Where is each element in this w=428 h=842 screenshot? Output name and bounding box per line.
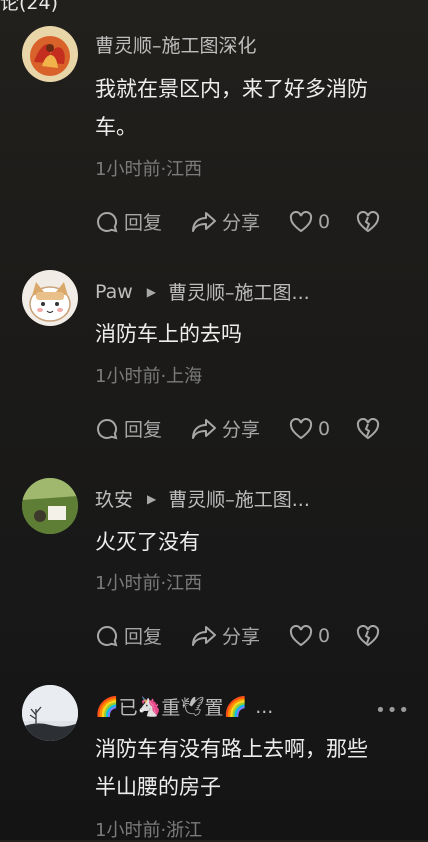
share-button[interactable]: 分享 bbox=[191, 415, 289, 442]
author-char: 已 bbox=[118, 697, 138, 719]
reply-button[interactable]: 回复 bbox=[95, 208, 191, 235]
heart-icon bbox=[289, 624, 313, 647]
share-arrow-icon bbox=[191, 211, 217, 233]
comment-actions: 回复 分享 0 bbox=[95, 622, 380, 649]
reply-to-author[interactable]: 曹灵顺–施工图... bbox=[168, 485, 310, 512]
reply-bubble-icon bbox=[95, 417, 119, 441]
share-button[interactable]: 分享 bbox=[191, 208, 289, 235]
like-button[interactable]: 0 bbox=[289, 210, 356, 233]
comment-meta: 1小时前·上海 bbox=[95, 366, 203, 387]
avatar[interactable] bbox=[22, 26, 78, 82]
share-label: 分享 bbox=[222, 212, 261, 234]
comment-author[interactable]: 曹灵顺–施工图深化 bbox=[95, 31, 257, 58]
comment-meta: 1小时前·浙江 bbox=[95, 820, 203, 841]
like-count: 0 bbox=[318, 417, 331, 440]
play-triangle-icon: ▶ bbox=[147, 491, 157, 506]
avatar[interactable] bbox=[22, 478, 78, 534]
author-ellipsis: ... bbox=[255, 695, 274, 718]
avatar[interactable] bbox=[22, 270, 78, 326]
comment-text: 消防车上的去吗 bbox=[95, 322, 242, 346]
reply-label: 回复 bbox=[124, 626, 163, 648]
rainbow-emoji: 🌈 bbox=[95, 696, 119, 718]
reply-button[interactable]: 回复 bbox=[95, 622, 191, 649]
comment-meta: 1小时前·江西 bbox=[95, 159, 203, 180]
comment-text: 消防车有没有路上去啊，那些 半山腰的房子 bbox=[95, 737, 368, 799]
comment-author[interactable]: 🌈 已 🦄 重 🕊 置 🌈 ... bbox=[95, 693, 273, 720]
heart-icon bbox=[289, 417, 313, 440]
share-button[interactable]: 分享 bbox=[191, 622, 289, 649]
unicorn-emoji: 🦄 bbox=[137, 696, 162, 718]
reply-bubble-icon bbox=[95, 624, 119, 648]
like-count: 0 bbox=[318, 210, 331, 233]
comment-text: 我就在景区内，来了好多消防 车。 bbox=[95, 77, 368, 139]
comment-actions: 回复 分享 0 bbox=[95, 208, 380, 235]
like-button[interactable]: 0 bbox=[289, 624, 356, 647]
author-char: 重 bbox=[161, 697, 181, 719]
reply-bubble-icon bbox=[95, 210, 119, 234]
dove-emoji: 🕊 bbox=[180, 696, 205, 718]
comment-meta: 1小时前·江西 bbox=[95, 573, 203, 594]
comment-author[interactable]: Paw bbox=[95, 281, 133, 303]
dislike-button[interactable] bbox=[356, 417, 380, 440]
dislike-button[interactable] bbox=[356, 624, 380, 647]
section-title-cut: 论(24) bbox=[0, 0, 59, 14]
avatar[interactable] bbox=[22, 685, 78, 741]
author-char: 置 bbox=[204, 697, 224, 719]
comment-author-row: Paw ▶ 曹灵顺–施工图... bbox=[95, 278, 310, 305]
like-button[interactable]: 0 bbox=[289, 417, 356, 440]
comment-author[interactable]: 玖安 bbox=[95, 485, 133, 512]
more-icon[interactable]: ••• bbox=[375, 700, 410, 721]
play-triangle-icon: ▶ bbox=[146, 284, 157, 299]
reply-label: 回复 bbox=[124, 419, 163, 441]
broken-heart-icon bbox=[356, 624, 380, 647]
rainbow-emoji: 🌈 bbox=[223, 696, 248, 718]
comment-actions: 回复 分享 0 bbox=[95, 415, 380, 442]
reply-label: 回复 bbox=[124, 212, 163, 234]
reply-to-author[interactable]: 曹灵顺–施工图... bbox=[168, 278, 310, 305]
comment-author-row: 玖安 ▶ 曹灵顺–施工图... bbox=[95, 485, 310, 512]
share-label: 分享 bbox=[222, 626, 261, 648]
comment-text: 火灭了没有 bbox=[95, 530, 200, 554]
like-count: 0 bbox=[318, 624, 331, 647]
share-arrow-icon bbox=[191, 418, 217, 440]
reply-button[interactable]: 回复 bbox=[95, 415, 191, 442]
share-label: 分享 bbox=[222, 419, 261, 441]
broken-heart-icon bbox=[356, 210, 380, 233]
share-arrow-icon bbox=[191, 625, 217, 647]
dislike-button[interactable] bbox=[356, 210, 380, 233]
broken-heart-icon bbox=[356, 417, 380, 440]
heart-icon bbox=[289, 210, 313, 233]
